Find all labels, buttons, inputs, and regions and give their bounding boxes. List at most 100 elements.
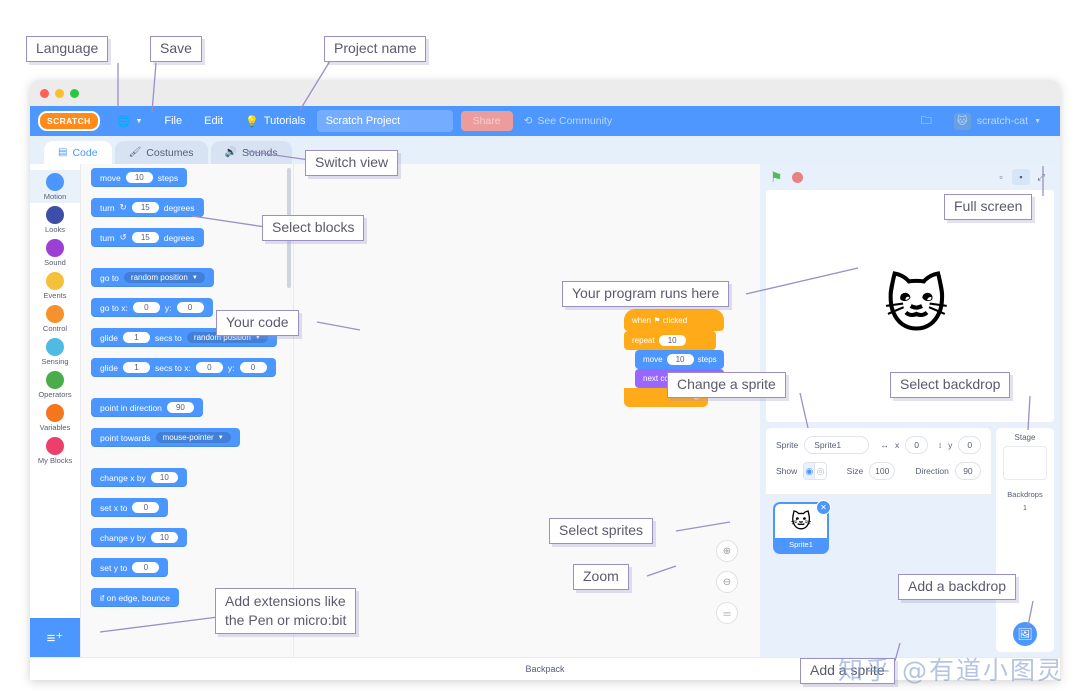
window-close-button[interactable]: [40, 88, 49, 98]
project-name-input[interactable]: [316, 110, 453, 132]
code-icon: ▤: [58, 147, 68, 158]
category-motion[interactable]: Motion: [30, 170, 80, 203]
category-my-blocks[interactable]: My Blocks: [30, 434, 80, 467]
language-menu[interactable]: 🌐 ▼: [106, 106, 154, 136]
chevron-down-icon: ▼: [1034, 117, 1041, 125]
move-value[interactable]: 10: [666, 354, 694, 365]
small-stage-button[interactable]: ▫: [992, 169, 1010, 185]
add-extension-button[interactable]: ≡⁺: [30, 618, 80, 658]
stage-sprite-cat[interactable]: 🐱: [884, 268, 949, 341]
block-dropdown[interactable]: mouse-pointer ▼: [155, 432, 231, 443]
annotation-select-sprites: Select sprites: [549, 518, 654, 544]
sprite-direction-input[interactable]: 90: [954, 462, 981, 480]
block-when-flag-clicked[interactable]: when ⚑ clicked: [624, 309, 724, 331]
block-input[interactable]: 1: [122, 362, 150, 373]
palette-block-1[interactable]: turn ↻ 15 degrees: [91, 198, 204, 217]
sprite-y-input[interactable]: 0: [958, 436, 982, 454]
zoom-in-button[interactable]: ⊕: [716, 540, 738, 562]
block-input[interactable]: 90: [166, 402, 194, 413]
block-input[interactable]: 0: [132, 502, 160, 513]
palette-block-3[interactable]: go to random position ▼: [91, 268, 214, 287]
backdrops-info: Backdrops 1: [1007, 489, 1042, 515]
sprite-info-panel: Sprite Sprite1 ↔ x 0 ↕ y 0 Show ◉ ◎ Size…: [766, 428, 991, 495]
palette-block-8[interactable]: point towards mouse-pointer ▼: [91, 428, 240, 447]
when-flag-clicked-label: when ⚑ clicked: [632, 315, 688, 325]
category-looks[interactable]: Looks: [30, 203, 80, 236]
palette-block-6[interactable]: glide 1 secs to x: 0 y: 0: [91, 358, 276, 377]
edit-menu[interactable]: Edit: [193, 106, 234, 136]
large-stage-button[interactable]: ▪: [1012, 169, 1030, 185]
window-maximize-button[interactable]: [70, 88, 79, 98]
palette-block-4[interactable]: go to x: 0 y: 0: [91, 298, 213, 317]
tutorials-menu[interactable]: 💡 Tutorials: [234, 106, 316, 136]
move-units: steps: [697, 355, 717, 364]
block-repeat[interactable]: repeat 10: [624, 331, 716, 350]
avatar: 🐱: [953, 112, 971, 130]
palette-block-9[interactable]: change x by 10: [91, 468, 187, 487]
category-events[interactable]: Events: [30, 269, 80, 302]
size-label: Size: [846, 466, 864, 476]
folder-icon[interactable]: 🗀: [910, 106, 943, 136]
block-input[interactable]: 10: [150, 472, 178, 483]
category-sensing[interactable]: Sensing: [30, 335, 80, 368]
category-label: Events: [43, 291, 67, 300]
full-screen-button[interactable]: ⤢: [1032, 169, 1050, 185]
block-text: go to x:: [100, 302, 128, 313]
block-input[interactable]: 1: [122, 332, 150, 343]
account-menu[interactable]: 🐱 scratch-cat ▼: [943, 106, 1052, 136]
palette-block-11[interactable]: change y by 10: [91, 528, 187, 547]
annotation-project-name: Project name: [324, 36, 427, 62]
palette-block-13[interactable]: if on edge, bounce: [91, 588, 179, 607]
block-input[interactable]: 15: [131, 202, 159, 213]
block-dropdown[interactable]: random position ▼: [123, 272, 205, 283]
tab-sounds[interactable]: 🔊 Sounds: [210, 141, 292, 164]
block-text: turn: [100, 232, 115, 243]
sprite-x-input[interactable]: 0: [905, 436, 928, 454]
backpack-label: Backpack: [525, 664, 565, 674]
palette-block-2[interactable]: turn ↺ 15 degrees: [91, 228, 204, 247]
palette-block-10[interactable]: set x to 0: [91, 498, 169, 517]
tab-costumes[interactable]: 🖌 Costumes: [114, 141, 208, 164]
add-backdrop-button[interactable]: 🖼: [1013, 622, 1037, 646]
category-variables[interactable]: Variables: [30, 401, 80, 434]
sprite-name-input[interactable]: Sprite1: [804, 436, 869, 454]
eye-off-icon[interactable]: ◎: [814, 463, 825, 479]
block-input[interactable]: 0: [176, 302, 204, 313]
share-button[interactable]: Share: [460, 111, 513, 131]
category-sound[interactable]: Sound: [30, 236, 80, 269]
globe-icon: 🌐: [116, 115, 131, 128]
block-input[interactable]: 0: [132, 302, 160, 313]
block-input[interactable]: 0: [195, 362, 223, 373]
sprite-size-input[interactable]: 100: [869, 462, 896, 480]
zoom-reset-button[interactable]: ＝: [716, 602, 738, 624]
sprite-info-row-1: Sprite Sprite1 ↔ x 0 ↕ y 0: [776, 436, 982, 454]
block-input[interactable]: 10: [125, 172, 153, 183]
tab-code[interactable]: ▤ Code: [44, 141, 112, 164]
green-flag-icon[interactable]: ⚑: [770, 169, 783, 186]
block-input[interactable]: 15: [131, 232, 159, 243]
block-move-steps[interactable]: move 10 steps: [635, 350, 724, 369]
category-control[interactable]: Control: [30, 302, 80, 335]
window-minimize-button[interactable]: [55, 88, 64, 98]
repeat-value[interactable]: 10: [658, 335, 686, 346]
eye-icon[interactable]: ◉: [804, 463, 815, 479]
palette-block-12[interactable]: set y to 0: [91, 558, 169, 577]
palette-block-0[interactable]: move 10 steps: [91, 168, 188, 187]
delete-icon[interactable]: ✕: [816, 500, 831, 515]
block-text: glide: [100, 362, 118, 373]
see-community-button[interactable]: ⟲ See Community: [513, 106, 624, 136]
block-input[interactable]: 0: [239, 362, 267, 373]
category-operators[interactable]: Operators: [30, 368, 80, 401]
block-input[interactable]: 10: [150, 532, 178, 543]
file-menu[interactable]: File: [153, 106, 193, 136]
stop-icon[interactable]: [791, 171, 803, 183]
sprite-pane: Sprite Sprite1 ↔ x 0 ↕ y 0 Show ◉ ◎ Size…: [766, 428, 1046, 652]
block-text: glide: [100, 332, 118, 343]
stage-thumbnail[interactable]: [1003, 446, 1047, 480]
zoom-out-button[interactable]: ⊖: [716, 571, 738, 593]
palette-block-7[interactable]: point in direction 90: [91, 398, 203, 417]
block-input[interactable]: 0: [132, 562, 160, 573]
stage-selector-pane[interactable]: Stage Backdrops 1 🖼: [996, 428, 1054, 652]
scratch-logo[interactable]: SCRATCH: [38, 111, 100, 131]
sprite-card-sprite1[interactable]: 🐱 Sprite1 ✕: [775, 500, 831, 552]
